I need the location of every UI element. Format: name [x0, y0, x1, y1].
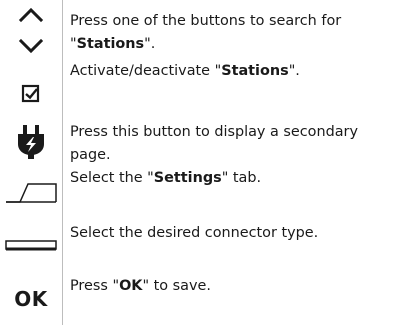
row-3-description: Press this button to display a secondary… [70, 121, 412, 167]
text-pre: Press " [70, 278, 120, 294]
chevron-down-icon [0, 34, 62, 58]
row-5-text: Select the desired connector type. [70, 225, 319, 241]
ok-keyword: OK [119, 278, 143, 294]
text-post: ". [288, 63, 300, 79]
plug-icon [0, 122, 62, 162]
ok-label: OK [14, 287, 48, 311]
stations-keyword: Stations [76, 36, 145, 52]
row-3-line-2: page. [70, 147, 111, 163]
row-1-description: Press one of the buttons to search for "… [70, 10, 412, 56]
text-pre: Select the " [70, 170, 154, 186]
quote-period: ". [144, 36, 156, 52]
ok-button-icon: OK [0, 282, 62, 316]
row-1-line-2: "Stations". [70, 33, 412, 56]
instruction-table: Press one of the buttons to search for "… [0, 0, 416, 325]
row-6-description: Press "OK" to save. [70, 275, 412, 298]
connector-type-icon [0, 236, 62, 256]
text-pre: Activate/deactivate " [70, 63, 222, 79]
settings-tab-icon [0, 178, 62, 208]
row-1-line-1: Press one of the buttons to search for [70, 13, 342, 29]
settings-keyword: Settings [153, 170, 222, 186]
column-divider [62, 0, 63, 325]
text-post: " to save. [142, 278, 211, 294]
row-5-description: Select the desired connector type. [70, 222, 412, 245]
chevron-up-icon [0, 2, 62, 26]
checkbox-icon [0, 80, 62, 108]
stations-keyword: Stations [221, 63, 289, 79]
row-3-line-1: Press this button to display a secondary [70, 124, 358, 140]
row-2-description: Activate/deactivate "Stations". [70, 60, 412, 83]
text-post: " tab. [221, 170, 262, 186]
row-4-description: Select the "Settings" tab. [70, 167, 412, 190]
quote: " [70, 36, 77, 52]
